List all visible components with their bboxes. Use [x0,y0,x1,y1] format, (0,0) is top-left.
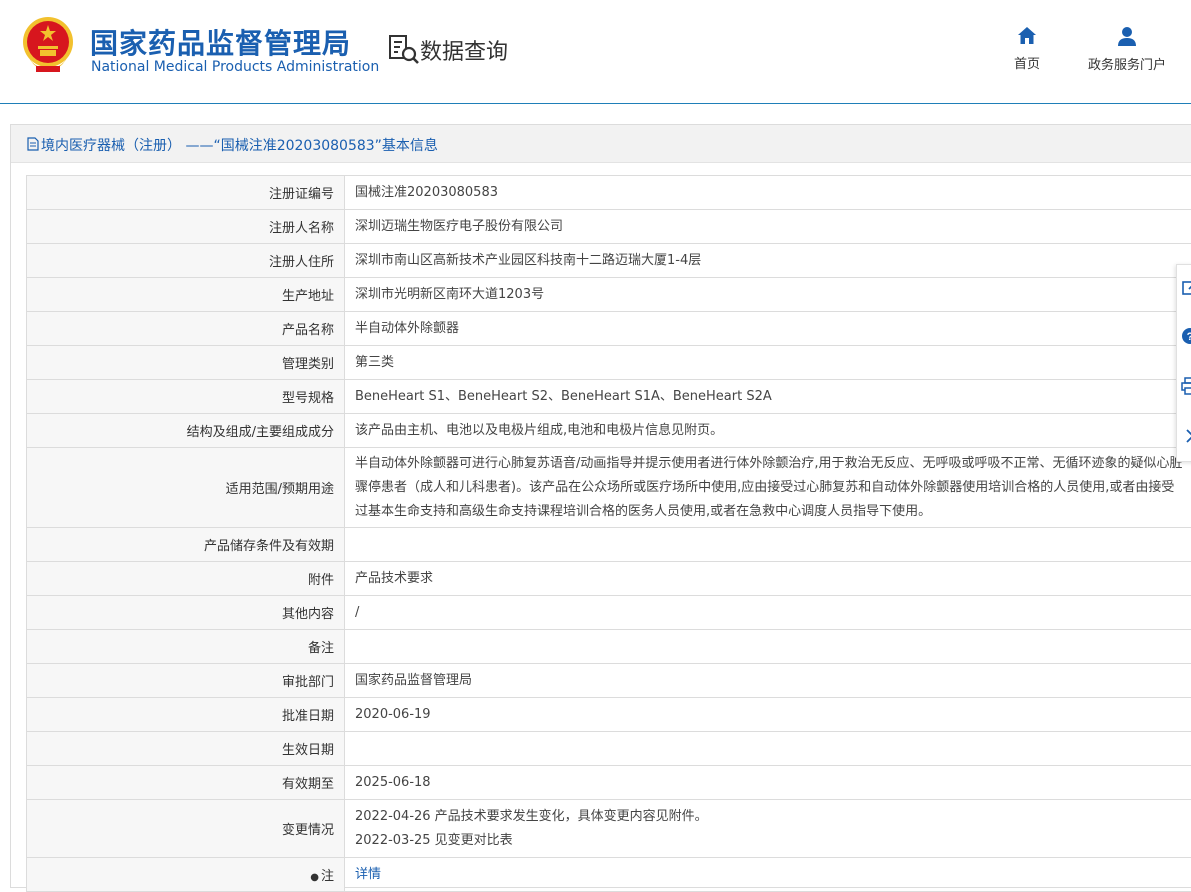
panel-title-bar: 境内医疗器械（注册） ——“国械注准20203080583”基本信息 [11,125,1191,163]
row-key: 其他内容 [27,596,345,630]
table-row: 附件产品技术要求 [27,562,1191,596]
row-key: 产品储存条件及有效期 [27,528,345,562]
row-key: 结构及组成/主要组成成分 [27,414,345,448]
site-header: 国家药品监督管理局 National Medical Products Admi… [0,0,1191,104]
note-bullet-icon: ● [310,872,319,883]
table-row: 有效期至2025-06-18 [27,766,1191,800]
nav-home-label: 首页 [1014,57,1040,72]
row-value: 国家药品监督管理局 [345,664,1191,698]
print-icon[interactable] [1181,377,1191,395]
row-value: 第三类 [345,346,1191,380]
row-key: 审批部门 [27,664,345,698]
table-row: 型号规格BeneHeart S1、BeneHeart S2、BeneHeart … [27,380,1191,414]
row-value: 深圳迈瑞生物医疗电子股份有限公司 [345,210,1191,244]
org-name-en: National Medical Products Administration [91,59,379,75]
table-row: 批准日期2020-06-19 [27,698,1191,732]
row-key: ●注 [27,858,345,892]
row-key: 备注 [27,630,345,664]
row-key: 有效期至 [27,766,345,800]
help-icon[interactable]: ? [1181,327,1191,345]
data-query-icon [388,34,420,66]
row-key: 附件 [27,562,345,596]
user-icon [1117,26,1137,46]
row-key: 注册人住所 [27,244,345,278]
table-row: 备注 [27,630,1191,664]
row-value: 2020-06-19 [345,698,1191,732]
table-row-note: ●注详情 [27,858,1191,892]
row-key: 批准日期 [27,698,345,732]
info-table: 注册证编号国械注准20203080583注册人名称深圳迈瑞生物医疗电子股份有限公… [26,175,1191,892]
table-row: 结构及组成/主要组成成分该产品由主机、电池以及电极片组成,电池和电极片信息见附页… [27,414,1191,448]
change-entry: 2022-04-26 产品技术要求发生变化，具体变更内容见附件。 [355,805,1185,829]
detail-panel: 境内医疗器械（注册） ——“国械注准20203080583”基本信息 注册证编号… [10,124,1191,888]
table-row: 适用范围/预期用途半自动体外除颤器可进行心肺复苏语音/动画指导并提示使用者进行体… [27,448,1191,528]
row-key: 生效日期 [27,732,345,766]
document-icon [27,137,39,151]
header-divider [0,103,1191,104]
row-value: 半自动体外除颤器可进行心肺复苏语音/动画指导并提示使用者进行体外除颤治疗,用于救… [345,448,1191,528]
row-value: 国械注准20203080583 [345,176,1191,210]
row-key: 变更情况 [27,800,345,858]
table-row: 审批部门国家药品监督管理局 [27,664,1191,698]
table-row: 注册人名称深圳迈瑞生物医疗电子股份有限公司 [27,210,1191,244]
table-row: 管理类别第三类 [27,346,1191,380]
row-key: 注册证编号 [27,176,345,210]
chevron-right-icon[interactable] [1181,427,1191,445]
row-value: 2025-06-18 [345,766,1191,800]
row-key: 产品名称 [27,312,345,346]
table-row: 注册证编号国械注准20203080583 [27,176,1191,210]
nav-service-portal[interactable]: 政务服务门户 [1082,26,1172,73]
table-row: 其他内容/ [27,596,1191,630]
row-value[interactable]: 产品技术要求 [345,562,1191,596]
row-value [345,630,1191,664]
nav-home[interactable]: 首页 [1008,26,1046,72]
row-key: 管理类别 [27,346,345,380]
row-value: 深圳市光明新区南环大道1203号 [345,278,1191,312]
row-value: 深圳市南山区高新技术产业园区科技南十二路迈瑞大厦1-4层 [345,244,1191,278]
details-link[interactable]: 详情 [355,867,381,882]
row-value [345,528,1191,562]
table-row: 生效日期 [27,732,1191,766]
org-name-cn: 国家药品监督管理局 [90,22,351,62]
row-value: / [345,596,1191,630]
nav-portal-label: 政务服务门户 [1088,58,1166,73]
national-emblem-logo[interactable] [22,16,74,74]
table-row-changes: 变更情况2022-04-26 产品技术要求发生变化，具体变更内容见附件。2022… [27,800,1191,858]
row-key: 适用范围/预期用途 [27,448,345,528]
table-row: 注册人住所深圳市南山区高新技术产业园区科技南十二路迈瑞大厦1-4层 [27,244,1191,278]
svg-text:?: ? [1187,331,1191,343]
row-key: 注册人名称 [27,210,345,244]
side-toolbar: ? [1176,264,1191,462]
row-value: BeneHeart S1、BeneHeart S2、BeneHeart S1A、… [345,380,1191,414]
row-value: 详情 [345,858,1191,892]
change-entry: 2022-03-25 见变更对比表 [355,829,1185,853]
page-label: 数据查询 [420,34,508,66]
row-value [345,732,1191,766]
table-row: 产品名称半自动体外除颤器 [27,312,1191,346]
table-row: 生产地址深圳市光明新区南环大道1203号 [27,278,1191,312]
edit-icon[interactable] [1181,279,1191,297]
row-value: 该产品由主机、电池以及电极片组成,电池和电极片信息见附页。 [345,414,1191,448]
row-key: 型号规格 [27,380,345,414]
row-value: 半自动体外除颤器 [345,312,1191,346]
home-icon [1017,26,1037,45]
note-label: 注 [321,869,334,884]
row-key: 生产地址 [27,278,345,312]
change-history: 2022-04-26 产品技术要求发生变化，具体变更内容见附件。2022-03-… [345,800,1191,858]
panel-title: 境内医疗器械（注册） ——“国械注准20203080583”基本信息 [41,135,438,155]
table-row: 产品储存条件及有效期 [27,528,1191,562]
